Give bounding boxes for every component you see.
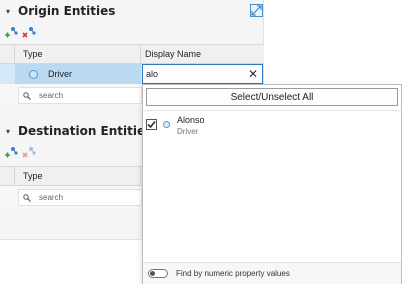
toggle-knob — [150, 271, 155, 276]
expand-panel-icon[interactable] — [250, 4, 263, 17]
display-name-value: alo — [146, 69, 159, 79]
origin-toolbar — [4, 26, 36, 38]
row-selector-header — [0, 167, 15, 185]
type-cell[interactable]: Driver — [15, 64, 141, 84]
item-text: Alonso Driver — [177, 114, 205, 136]
entity-type-icon — [163, 121, 170, 128]
toggle-icon[interactable] — [148, 269, 168, 278]
type-label: Driver — [48, 69, 72, 79]
column-header-display-name[interactable]: Display Name — [141, 45, 264, 63]
item-name: Alonso — [177, 115, 205, 125]
origin-title: Origin Entities — [18, 4, 116, 18]
add-entity-icon[interactable] — [4, 146, 18, 158]
numeric-search-label: Find by numeric property values — [176, 269, 290, 278]
search-icon — [23, 91, 31, 100]
origin-header[interactable]: ▾ Origin Entities — [6, 4, 115, 18]
entity-dropdown: Select/Unselect All Alonso Driver Find b… — [142, 84, 402, 284]
remove-entity-icon[interactable] — [22, 146, 36, 158]
destination-search-input[interactable]: search — [18, 189, 142, 206]
check-icon — [147, 121, 156, 129]
column-header-type[interactable]: Type — [15, 45, 141, 63]
search-icon — [23, 193, 31, 202]
item-type: Driver — [177, 127, 199, 136]
entity-type-icon — [29, 69, 38, 79]
destination-header[interactable]: ▾ Destination Entities — [6, 124, 152, 138]
row-selector[interactable] — [0, 64, 15, 84]
select-all-button[interactable]: Select/Unselect All — [146, 88, 398, 106]
destination-title: Destination Entities — [18, 124, 153, 138]
dropdown-footer: Find by numeric property values — [143, 262, 401, 284]
row-selector-header — [0, 45, 15, 63]
add-entity-icon[interactable] — [4, 26, 18, 38]
clear-icon[interactable]: ✕ — [248, 67, 258, 81]
dropdown-divider — [143, 110, 401, 111]
search-placeholder: search — [39, 91, 64, 100]
chevron-down-icon[interactable]: ▾ — [6, 7, 14, 16]
display-name-input[interactable]: alo ✕ — [142, 64, 263, 84]
chevron-down-icon[interactable]: ▾ — [6, 127, 14, 136]
column-header-type[interactable]: Type — [15, 167, 141, 185]
destination-toolbar — [4, 146, 36, 158]
list-item[interactable]: Alonso Driver — [146, 114, 346, 144]
origin-search-input[interactable]: search — [18, 87, 142, 104]
search-placeholder: search — [39, 193, 64, 202]
item-checkbox[interactable] — [146, 119, 157, 130]
remove-entity-icon[interactable] — [22, 26, 36, 38]
origin-grid-header: Type Display Name — [0, 44, 264, 64]
